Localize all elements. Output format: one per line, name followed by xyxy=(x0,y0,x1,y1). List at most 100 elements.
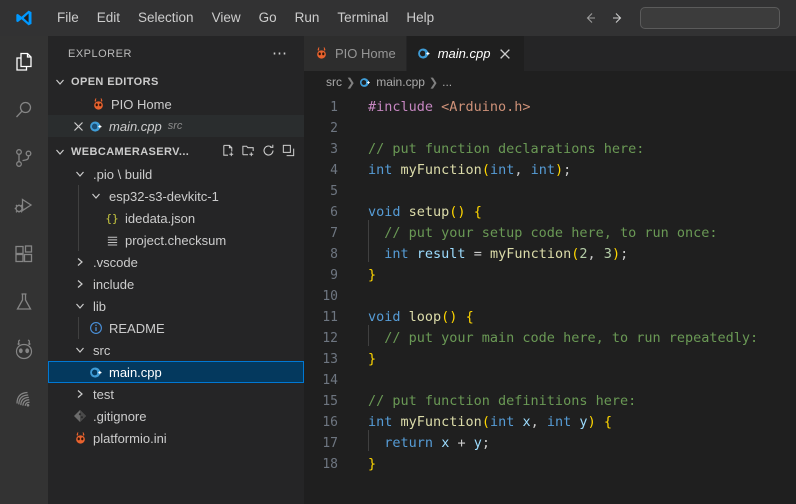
menu-edit[interactable]: Edit xyxy=(88,7,129,29)
close-icon[interactable] xyxy=(70,118,86,134)
code-token: int xyxy=(546,414,572,430)
tree-item-label: .pio \ build xyxy=(93,166,153,182)
code-token: #include xyxy=(368,99,442,115)
breadcrumb-item-src[interactable]: src xyxy=(326,75,342,89)
code-line[interactable]: 13} xyxy=(304,349,796,370)
refresh-icon[interactable] xyxy=(261,143,276,161)
tree-item-pio-build[interactable]: .pio \ build xyxy=(48,163,304,185)
code-line[interactable]: 7 // put your setup code here, to run on… xyxy=(304,220,796,244)
code-line[interactable]: 18} xyxy=(304,454,796,475)
espressif-icon xyxy=(11,385,37,416)
code-line-text: // put function declarations here: xyxy=(360,139,644,160)
open-editor-main-cpp[interactable]: main.cpp src xyxy=(48,115,304,137)
close-icon[interactable] xyxy=(496,48,514,60)
code-line[interactable]: 3 // put function declarations here: xyxy=(304,139,796,160)
menu-view[interactable]: View xyxy=(203,7,250,29)
menu-file[interactable]: File xyxy=(48,7,88,29)
code-token: int xyxy=(489,162,515,178)
code-line-text: int myFunction(int, int); xyxy=(360,160,571,181)
line-number: 6 xyxy=(330,205,338,220)
activity-testing[interactable] xyxy=(0,280,48,328)
new-folder-icon[interactable] xyxy=(241,143,256,161)
menu-terminal[interactable]: Terminal xyxy=(328,7,397,29)
code-line[interactable]: 12 // put your main code here, to run re… xyxy=(304,325,796,349)
open-editor-pio-home[interactable]: PIO Home xyxy=(48,93,304,115)
activity-espressif[interactable] xyxy=(0,376,48,424)
new-file-icon[interactable] xyxy=(221,143,236,161)
code-line[interactable]: 11 void loop() { xyxy=(304,307,796,328)
line-number: 18 xyxy=(322,457,338,472)
line-number: 3 xyxy=(330,142,338,157)
chevron-down-icon xyxy=(72,342,88,358)
chevron-right-icon xyxy=(72,276,88,292)
code-line[interactable]: 6 void setup() { xyxy=(304,202,796,223)
code-token: 3 xyxy=(603,246,612,262)
tree-item-label: README xyxy=(109,320,165,336)
arrow-left-icon[interactable] xyxy=(576,5,604,31)
code-line[interactable]: 4 int myFunction(int, int); xyxy=(304,160,796,181)
activity-search[interactable] xyxy=(0,88,48,136)
tree-item-label: platformio.ini xyxy=(93,430,167,446)
code-line[interactable]: 8 int result = myFunction(2, 3); xyxy=(304,241,796,265)
search-input[interactable] xyxy=(640,7,780,29)
code-token: { xyxy=(603,414,612,430)
tree-item-gitignore[interactable]: .gitignore xyxy=(48,405,304,427)
tree-item-esp32-s3-devkitc-1[interactable]: esp32-s3-devkitc-1 xyxy=(48,185,304,207)
code-line[interactable]: 15 // put function definitions here: xyxy=(304,391,796,412)
tree-item-vscode[interactable]: .vscode xyxy=(48,251,304,273)
line-number: 8 xyxy=(330,247,338,262)
tree-item-test[interactable]: test xyxy=(48,383,304,405)
tab-pio-home[interactable]: PIO Home xyxy=(304,36,407,71)
ellipsis-icon[interactable]: ⋯ xyxy=(272,46,296,61)
activity-source-control[interactable] xyxy=(0,136,48,184)
code-token: , xyxy=(530,414,547,430)
code-line[interactable]: 10 xyxy=(304,286,796,307)
code-line[interactable]: 16 int myFunction(int x, int y) { xyxy=(304,412,796,433)
arrow-right-icon[interactable] xyxy=(604,5,632,31)
code-line[interactable]: 14 xyxy=(304,370,796,391)
explorer-sidebar: EXPLORER ⋯ OPEN EDITORS PIO Home main.cp… xyxy=(48,36,304,504)
code-line[interactable]: 5 xyxy=(304,181,796,202)
tree-item-src[interactable]: src xyxy=(48,339,304,361)
activity-explorer[interactable] xyxy=(0,40,48,88)
menu-help[interactable]: Help xyxy=(397,7,443,29)
tree-item-main-cpp[interactable]: main.cpp xyxy=(48,361,304,383)
section-project-root[interactable]: WEBCAMERASERV... xyxy=(48,141,304,163)
code-token: void xyxy=(368,204,401,220)
activity-extensions[interactable] xyxy=(0,232,48,280)
code-token: } xyxy=(368,267,377,283)
code-line[interactable]: 17 return x + y; xyxy=(304,430,796,454)
code-token: , xyxy=(514,162,531,178)
section-open-editors[interactable]: OPEN EDITORS xyxy=(48,71,304,93)
indent-guide xyxy=(368,325,369,346)
tree-item-readme[interactable]: README xyxy=(48,317,304,339)
tree-item-include[interactable]: include xyxy=(48,273,304,295)
vscode-logo-icon xyxy=(0,0,48,36)
tree-item-platformio-ini[interactable]: platformio.ini xyxy=(48,427,304,449)
code-line[interactable]: 1 #include <Arduino.h> xyxy=(304,97,796,118)
code-line-text: // put function definitions here: xyxy=(360,391,636,412)
extensions-icon xyxy=(12,242,36,271)
menu-selection[interactable]: Selection xyxy=(129,7,203,29)
code-editor[interactable]: 1 #include <Arduino.h> 2 3 // put function d… xyxy=(304,93,796,504)
menu-go[interactable]: Go xyxy=(250,7,286,29)
tab-main-cpp[interactable]: main.cpp xyxy=(406,36,526,71)
code-token: + xyxy=(449,435,474,451)
tree-item-idedata-json[interactable]: {} idedata.json xyxy=(48,207,304,229)
breadcrumb-item-symbol[interactable]: ... xyxy=(442,75,452,89)
indent-guide xyxy=(368,430,369,451)
code-line[interactable]: 2 xyxy=(304,118,796,139)
activity-platformio[interactable] xyxy=(0,328,48,376)
platformio-alien-icon xyxy=(314,46,329,61)
collapse-all-icon[interactable] xyxy=(281,143,296,161)
code-line[interactable]: 9} xyxy=(304,265,796,286)
tree-item-lib[interactable]: lib xyxy=(48,295,304,317)
activity-run-and-debug[interactable] xyxy=(0,184,48,232)
text-file-icon xyxy=(104,232,120,248)
menu-run[interactable]: Run xyxy=(286,7,329,29)
breadcrumb-item-main-cpp[interactable]: main.cpp xyxy=(376,75,425,89)
code-token: loop xyxy=(408,309,442,325)
tree-item-project-checksum[interactable]: project.checksum xyxy=(48,229,304,251)
code-token: return xyxy=(384,435,434,451)
